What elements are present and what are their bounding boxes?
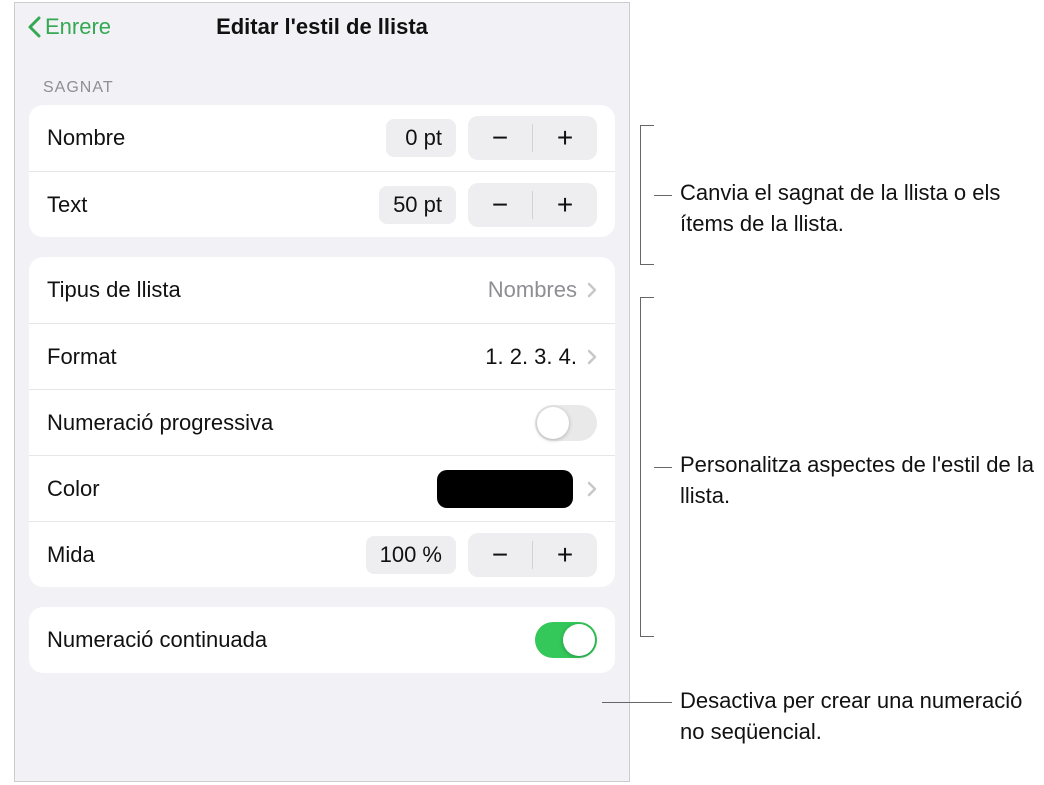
value-format: 1. 2. 3. 4.: [485, 344, 577, 370]
plus-button[interactable]: +: [533, 116, 597, 160]
section-header-indent: Sagnat: [15, 51, 629, 105]
value-indent-number[interactable]: 0 pt: [386, 119, 456, 157]
card-style: Tipus de llista Nombres Format 1. 2. 3. …: [29, 257, 615, 587]
settings-panel: Enrere Editar l'estil de llista Sagnat N…: [14, 2, 630, 782]
chevron-right-icon: [587, 481, 597, 497]
value-indent-text[interactable]: 50 pt: [379, 186, 456, 224]
callout-line-2: [654, 467, 672, 468]
chevron-left-icon: [27, 16, 41, 38]
value-size[interactable]: 100 %: [366, 536, 456, 574]
row-size: Mida 100 % − +: [29, 521, 615, 587]
callout-line-3: [602, 702, 672, 703]
minus-button[interactable]: −: [468, 116, 532, 160]
color-swatch[interactable]: [437, 470, 573, 508]
toggle-knob: [563, 624, 595, 656]
panel-header: Enrere Editar l'estil de llista: [15, 3, 629, 51]
chevron-right-icon: [587, 349, 597, 365]
row-continued: Numeració continuada: [29, 607, 615, 673]
chevron-right-icon: [587, 282, 597, 298]
callout-text-1: Canvia el sagnat de la llista o els ítem…: [680, 178, 1040, 240]
callout-bracket-2: [640, 297, 654, 637]
row-progressive: Numeració progressiva: [29, 389, 615, 455]
row-color[interactable]: Color: [29, 455, 615, 521]
label-indent-text: Text: [47, 192, 379, 218]
row-format[interactable]: Format 1. 2. 3. 4.: [29, 323, 615, 389]
callout-bracket-1: [640, 125, 654, 265]
card-indent: Nombre 0 pt − + Text 50 pt − +: [29, 105, 615, 237]
stepper-indent-text: − +: [468, 183, 597, 227]
plus-button[interactable]: +: [533, 183, 597, 227]
minus-button[interactable]: −: [468, 533, 532, 577]
label-progressive: Numeració progressiva: [47, 410, 535, 436]
label-size: Mida: [47, 542, 366, 568]
callout-text-3: Desactiva per crear una numeració no seq…: [680, 686, 1040, 748]
label-continued: Numeració continuada: [47, 627, 535, 653]
toggle-continued[interactable]: [535, 622, 597, 658]
row-indent-text: Text 50 pt − +: [29, 171, 615, 237]
minus-button[interactable]: −: [468, 183, 532, 227]
label-color: Color: [47, 476, 437, 502]
label-indent-number: Nombre: [47, 125, 386, 151]
stepper-indent-number: − +: [468, 116, 597, 160]
row-indent-number: Nombre 0 pt − +: [29, 105, 615, 171]
toggle-knob: [537, 407, 569, 439]
callout-line-1: [654, 195, 672, 196]
stepper-size: − +: [468, 533, 597, 577]
value-list-type: Nombres: [488, 277, 577, 303]
row-list-type[interactable]: Tipus de llista Nombres: [29, 257, 615, 323]
plus-button[interactable]: +: [533, 533, 597, 577]
card-continued: Numeració continuada: [29, 607, 615, 673]
callout-text-2: Personalitza aspectes de l'estil de la l…: [680, 450, 1040, 512]
toggle-progressive[interactable]: [535, 405, 597, 441]
back-button[interactable]: Enrere: [27, 14, 111, 40]
back-label: Enrere: [45, 14, 111, 40]
label-format: Format: [47, 344, 485, 370]
label-list-type: Tipus de llista: [47, 277, 488, 303]
